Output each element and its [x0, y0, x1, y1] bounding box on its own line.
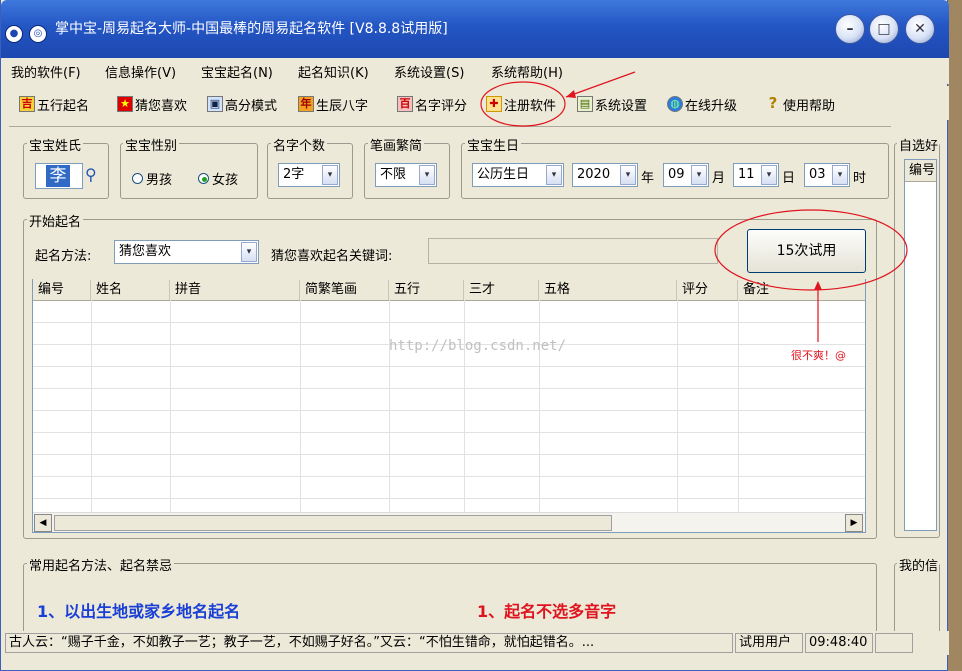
annotation-circle-trial [714, 209, 908, 291]
annotation-arrowhead [566, 90, 576, 98]
annotation-arrowhead [814, 281, 822, 290]
annotation-text: 很不爽！@ [791, 349, 846, 362]
annotation-arrow-register [565, 71, 636, 98]
annotation-circle-register [480, 81, 566, 127]
annotation-overlay [480, 71, 908, 342]
